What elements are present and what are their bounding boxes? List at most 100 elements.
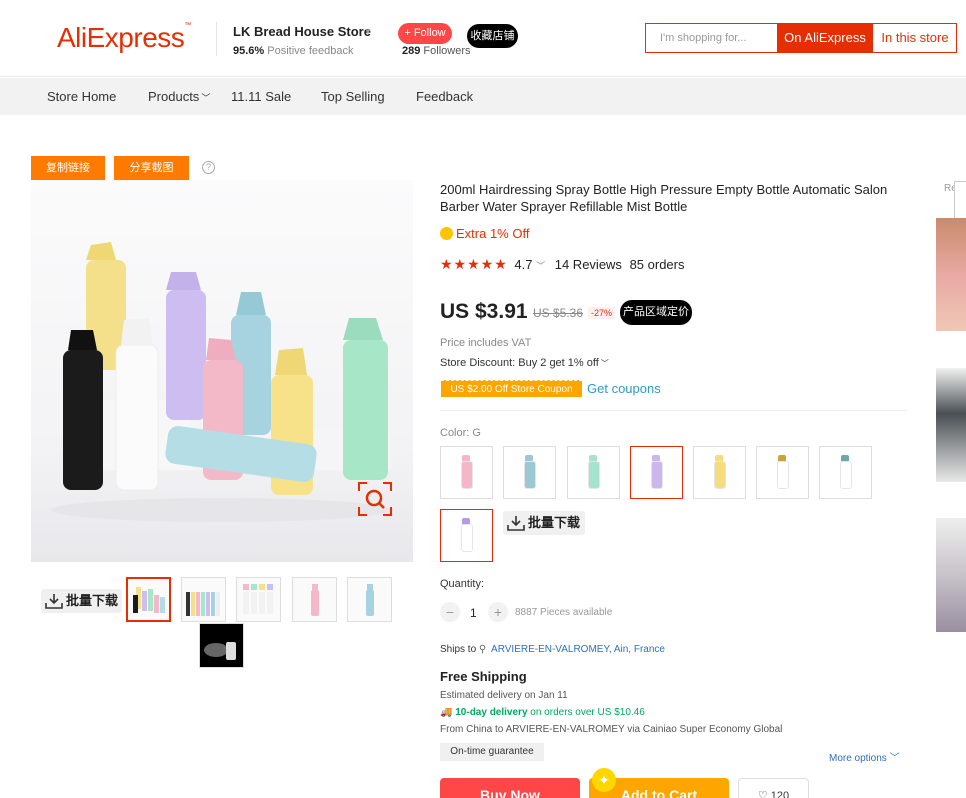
swatch-bottle [588,461,600,489]
chevron-down-icon: ﹀ [600,359,609,368]
color-swatch[interactable] [567,446,620,499]
search-bar: On AliExpress In this store [645,23,957,53]
recommended-item-image[interactable] [936,368,966,482]
thumbnail-1[interactable] [126,577,171,622]
recommended-item-image[interactable] [936,218,966,331]
color-swatch[interactable] [819,446,872,499]
thumbnail-2[interactable] [181,577,226,622]
zoom-icon[interactable] [357,481,393,517]
thumbnail-6[interactable] [199,623,244,668]
color-swatch[interactable] [440,509,493,562]
coin-icon [440,227,453,240]
thumbnail-4[interactable] [292,577,337,622]
wishlist-button[interactable]: ♡ 120 [738,778,809,798]
thumbnail-5[interactable] [347,577,392,622]
help-icon[interactable]: ? [202,161,215,174]
thumbnail-image [133,587,165,613]
quantity-decrease-button[interactable]: − [440,602,460,622]
on-time-guarantee-badge: On-time guarantee [440,743,544,761]
orders-count: 85 orders [629,257,685,272]
ships-to-location-link[interactable]: ARVIERE-EN-VALROMEY, Ain, France [491,644,665,655]
followers-count: 289 Followers [402,45,471,57]
sparkle-icon: ✦ [592,768,616,792]
spray-bottles-image [51,242,391,522]
heart-icon: ♡ [757,790,768,798]
store-name[interactable]: LK Bread House Store [233,24,371,39]
recommended-item-image[interactable] [936,518,966,632]
share-screenshot-button[interactable]: 分享截图 [114,156,189,181]
swatch-bottle [777,461,789,489]
current-price: US $3.91 [440,300,528,323]
thumbnail-image [311,584,319,616]
quantity-label: Quantity: [440,578,485,590]
swatch-bottle [524,461,536,489]
side-panel-tab[interactable] [954,181,966,221]
nav-store-home[interactable]: Store Home [47,89,116,104]
follow-button[interactable]: + Follow [398,23,452,44]
batch-download-button[interactable]: 批量下载 [41,589,122,613]
rating-dropdown-icon[interactable]: ﹀ [536,261,545,271]
quantity-value[interactable]: 1 [470,606,477,620]
shipping-route: From China to ARVIERE-EN-VALROMEY via Ca… [440,724,783,735]
nav-products[interactable]: Products ﹀ [148,89,210,104]
ships-to: Ships to ⚲ ARVIERE-EN-VALROMEY, Ain, Fra… [440,644,665,655]
thumbnail-image [366,584,374,616]
download-icon [507,516,525,531]
swatch-bottle [714,461,726,489]
buy-now-button[interactable]: Buy Now [440,778,580,798]
color-swatch[interactable] [503,446,556,499]
section-divider [440,410,907,411]
ten-day-delivery: 🚚 10-day delivery on orders over US $10.… [440,707,645,718]
more-options-link[interactable]: More options ﹀ [829,749,900,764]
color-label: Color: G [440,427,481,439]
nav-sale[interactable]: 11.11 Sale [231,89,291,104]
color-swatch[interactable] [756,446,809,499]
download-icon [45,594,63,609]
rating-value[interactable]: 4.7 [514,257,532,272]
store-discount[interactable]: Store Discount: Buy 2 get 1% off ﹀ [440,357,609,369]
quantity-increase-button[interactable]: + [488,602,508,622]
search-store-button[interactable]: In this store [873,24,957,52]
vat-note: Price includes VAT [440,337,532,349]
aliexpress-logo[interactable]: AliExpress™ [57,22,191,54]
location-pin-icon: ⚲ [478,644,487,655]
thumbnail-3[interactable] [236,577,281,622]
batch-download-button[interactable]: 批量下载 [503,511,585,535]
thumbnail-image [186,592,220,616]
color-swatch[interactable] [693,446,746,499]
nav-top-selling[interactable]: Top Selling [321,89,385,104]
swatch-bottle [651,461,663,489]
product-main-image[interactable] [31,180,413,562]
product-title: 200ml Hairdressing Spray Bottle High Pre… [440,182,888,214]
discount-badge: -27% [588,307,616,319]
header-divider [216,22,217,56]
get-coupons-link[interactable]: Get coupons [587,381,661,396]
swatch-bottle [461,524,473,552]
original-price: US $5.36 [533,306,584,320]
store-feedback: 95.6% Positive feedback [233,45,354,57]
thumbnail-image [243,584,273,614]
rating-row: ★★★★★ 4.7 ﹀ 14 Reviews 85 orders [440,256,684,273]
quantity-available: 8887 Pieces available [515,607,613,618]
chevron-down-icon: ﹀ [201,93,211,103]
search-aliexpress-button[interactable]: On AliExpress [777,24,873,52]
store-nav: Store Home Products ﹀ 11.11 Sale Top Sell… [0,78,966,115]
swatch-bottle [840,461,852,489]
thumbnail-image [204,642,236,660]
reviews-link[interactable]: 14 Reviews [555,257,622,272]
color-swatch[interactable] [630,446,683,499]
swatch-bottle [461,461,473,489]
chevron-down-icon: ﹀ [889,753,900,764]
store-coupon-tag[interactable]: US $2.00 Off Store Coupon [441,380,582,397]
favorite-store-button[interactable]: 收藏店铺 [467,24,518,48]
estimated-delivery: Estimated delivery on Jan 11 [440,690,568,701]
free-shipping: Free Shipping [440,669,527,684]
region-pricing-button[interactable]: 产品区域定价 [620,300,692,325]
extra-off-badge: Extra 1% Off [440,226,529,241]
search-input[interactable] [646,24,777,52]
nav-feedback[interactable]: Feedback [416,89,473,104]
copy-link-button[interactable]: 复制链接 [31,156,105,181]
truck-icon: 🚚 [440,707,453,718]
store-dropdown-icon[interactable]: ▼ [364,27,372,36]
color-swatch[interactable] [440,446,493,499]
